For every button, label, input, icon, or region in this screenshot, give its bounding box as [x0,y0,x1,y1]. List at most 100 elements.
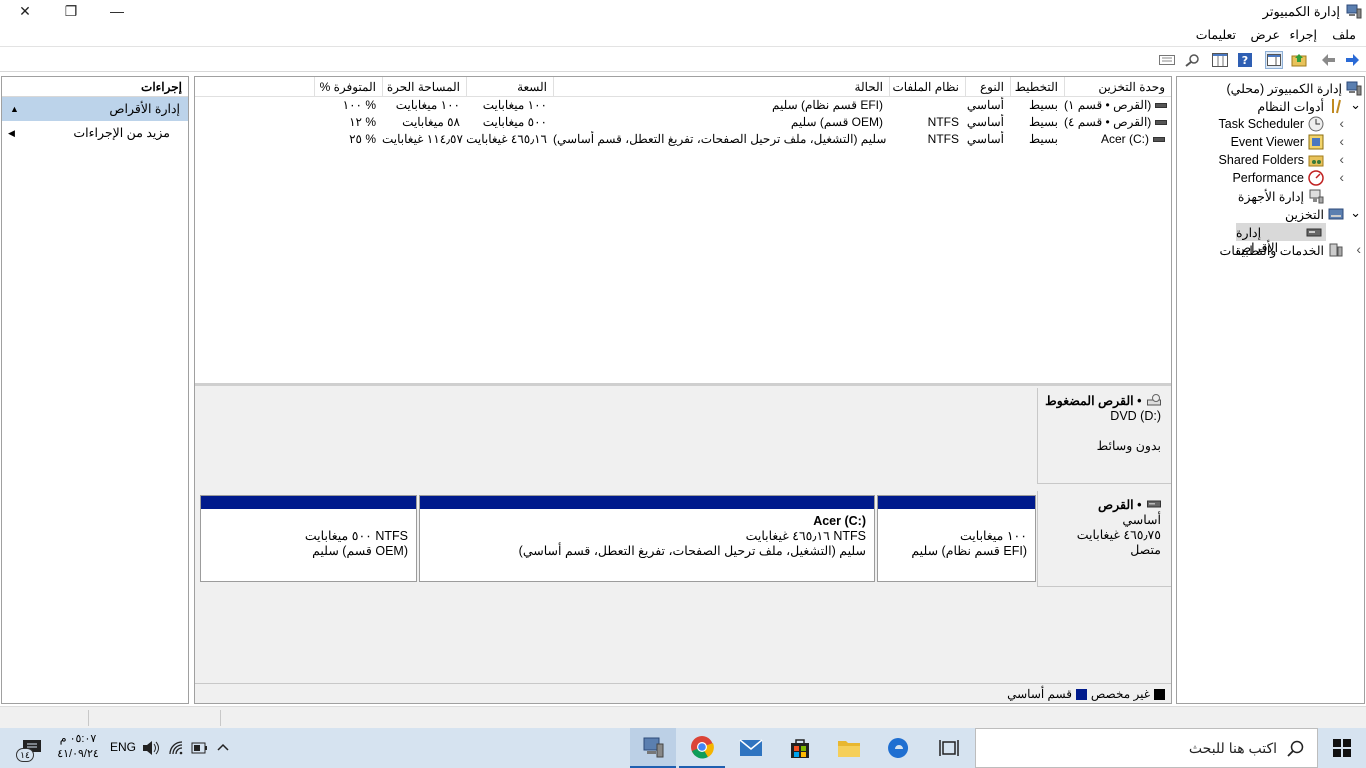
taskbar-edge[interactable] [875,728,921,768]
disk-list-icon[interactable] [1158,51,1176,69]
taskbar-file-explorer[interactable] [826,728,872,768]
help-icon[interactable]: ? [1236,51,1254,69]
tree-item-event-viewer[interactable]: ‹ Event Viewer [1177,133,1364,151]
volume-cell: Acer (C:) [1064,131,1171,148]
expand-chevron-icon[interactable]: ⌄ [1350,97,1361,113]
volume-icon[interactable] [142,740,160,756]
legend-primary-swatch [1076,688,1087,700]
menu-file[interactable]: ملف [1332,27,1356,42]
show-hidden-icons-icon[interactable] [216,742,230,752]
menu-view[interactable]: عرض [1251,27,1280,42]
partition-status: سليم (قسم نظام EFI) [911,544,1027,558]
type-cell: أساسي [966,132,1004,146]
close-button[interactable]: ✕ [2,0,48,22]
tree-item-storage[interactable]: ⌄ التخزين [1177,205,1364,223]
expand-arrow-icon[interactable]: ‹ [1356,241,1361,257]
wifi-icon[interactable] [168,740,184,756]
restore-button[interactable]: ❐ [48,0,94,22]
tree-item-system-tools[interactable]: ⌄ أدوات النظام [1177,97,1364,115]
table-row[interactable]: (القرص • قسم ١) بسيط أساسي سليم (قسم نظا… [195,97,1171,114]
disk0-info[interactable]: القرص • أساسي ٤٦٥٫٧٥ غيغابايت متصل [1037,491,1171,587]
disk0-status: متصل [1130,543,1161,557]
cdrom-info[interactable]: القرص المضغوط • DVD (D:) بدون وسائط [1037,388,1171,484]
taskbar-task-view[interactable] [926,728,972,768]
tree-item-shared-folders[interactable]: ‹ Shared Folders [1177,151,1364,169]
clock-time: ٠٥:٠٧ م [59,733,97,745]
partition-bar [878,496,1035,509]
disk-management-pane: وحدة التخزين التخطيط النوع نظام الملفات … [194,76,1172,704]
tree-item-device-manager[interactable]: إدارة الأجهزة [1177,187,1364,205]
tree-item-label: التخزين [1284,208,1324,222]
expand-arrow-icon[interactable]: ‹ [1339,151,1344,167]
taskbar-search-box[interactable]: اكتب هنا للبحث [975,728,1318,768]
expand-arrow-icon[interactable]: ‹ [1339,169,1344,185]
properties-icon[interactable] [1211,51,1229,69]
percent-free-cell: ١٢ % [349,115,376,129]
back-icon[interactable] [1320,51,1338,69]
clock-icon [1308,116,1324,132]
menu-action[interactable]: إجراء [1290,27,1317,42]
tree-item-task-scheduler[interactable]: ‹ Task Scheduler [1177,115,1364,133]
table-row[interactable]: (القرص • قسم ٤) بسيط أساسي NTFS سليم (قس… [195,114,1171,131]
col-type[interactable]: النوع [965,77,1010,97]
disk0-size: ٤٦٥٫٧٥ غيغابايت [1076,528,1161,542]
expand-chevron-icon[interactable]: ⌄ [1350,205,1361,221]
free-space-cell: ١٠٠ ميغابايت [395,98,460,112]
taskbar-chrome[interactable] [679,728,725,768]
partition-oem[interactable]: ٥٠٠ ميغابايت NTFS سليم (قسم OEM) [200,495,417,582]
start-button[interactable] [1318,728,1366,768]
partition-acer-c[interactable]: Acer (C:) ٤٦٥٫١٦ غيغابايت NTFS سليم (الت… [419,495,875,582]
more-actions-item[interactable]: مزيد من الإجراءات ◀ [2,121,188,145]
taskbar-store[interactable] [777,728,823,768]
battery-icon[interactable] [191,742,209,754]
storage-icon [1328,208,1344,220]
taskbar-mail[interactable] [728,728,774,768]
tree-item-services-applications[interactable]: ‹ الخدمات والتطبيقات [1177,241,1364,259]
legend-unallocated-swatch [1154,688,1165,700]
search-icon [1287,740,1304,757]
col-capacity[interactable]: السعة [466,77,553,97]
actions-section-disk-management[interactable]: إدارة الأقراص ▲ [2,97,188,121]
up-folder-icon[interactable] [1290,51,1308,69]
col-percent-free[interactable]: % المتوفرة [314,77,382,97]
forward-icon[interactable] [1343,51,1361,69]
collapse-up-icon[interactable]: ▲ [10,97,19,121]
col-free-space[interactable]: المساحة الحرة [382,77,466,97]
input-language[interactable]: ENG [110,740,136,754]
minimize-button[interactable]: — [94,0,140,22]
expand-arrow-icon[interactable]: ‹ [1339,133,1344,149]
col-layout[interactable]: التخطيط [1010,77,1064,97]
notification-count-badge: ١٤ [16,748,34,762]
menu-help[interactable]: تعليمات [1196,27,1236,42]
show-hide-tree-icon[interactable] [1265,51,1283,69]
volume-list-header: وحدة التخزين التخطيط النوع نظام الملفات … [195,77,1171,97]
hard-disk-icon [1147,500,1161,508]
type-cell: أساسي [966,98,1004,112]
cdrom-drive-icon [1147,394,1161,406]
computer-management-icon [1346,4,1362,19]
toolbar: ? [0,46,1366,72]
tree-item-label: الخدمات والتطبيقات [1219,244,1324,258]
table-row[interactable]: Acer (C:) بسيط أساسي NTFS سليم (التشغيل،… [195,131,1171,148]
tree-item-label: أدوات النظام [1257,100,1324,114]
tree-item-label: Task Scheduler [1218,117,1304,131]
expand-arrow-icon[interactable]: ‹ [1339,115,1344,131]
action-center-button[interactable]: ١٤ [10,734,46,764]
zoom-disk-icon[interactable] [1183,51,1201,69]
volume-drive-icon [1155,103,1168,109]
col-volume[interactable]: وحدة التخزين [1064,77,1171,97]
filesystem-cell: NTFS [927,115,959,129]
tree-item-disk-management[interactable]: إدارة الأقراص [1236,223,1326,255]
tree-root[interactable]: إدارة الكمبيوتر (محلي) [1177,79,1364,97]
filesystem-cell: NTFS [927,132,959,146]
clock[interactable]: ٠٥:٠٧ م ٤١/٠٩/٢٤ [55,732,101,762]
menu-bar: ملف إجراء عرض تعليمات [0,24,1366,46]
col-status[interactable]: الحالة [553,77,889,97]
partition-efi[interactable]: ١٠٠ ميغابايت سليم (قسم نظام EFI) [877,495,1036,582]
chrome-icon [691,736,714,759]
taskbar-computer-management[interactable] [630,728,676,768]
actions-section-label: إدارة الأقراص [109,102,180,116]
tree-item-performance[interactable]: ‹ Performance [1177,169,1364,187]
free-space-cell: ٥٨ ميغابايت [402,115,460,129]
col-filesystem[interactable]: نظام الملفات [889,77,965,97]
